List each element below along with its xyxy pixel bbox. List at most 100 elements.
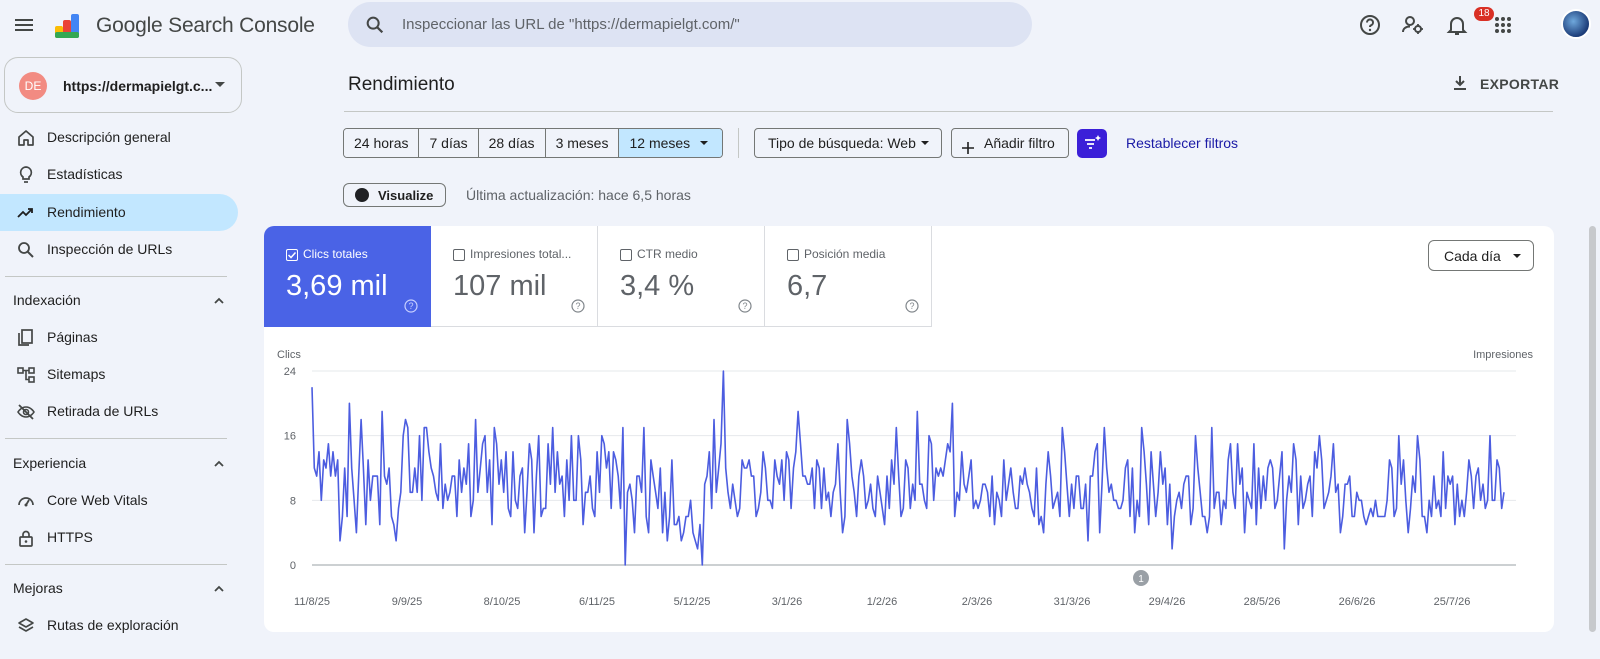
chevron-up-icon <box>212 294 226 308</box>
metric-label: Posición media <box>804 247 886 261</box>
download-icon <box>1450 73 1470 93</box>
account-avatar[interactable] <box>1561 9 1591 39</box>
sidebar-item-performance[interactable]: Rendimiento <box>0 194 238 231</box>
url-inspection-input[interactable] <box>402 12 1002 36</box>
sidebar-item-label: Estadísticas <box>47 166 123 182</box>
range-28-days[interactable]: 28 días <box>478 129 546 157</box>
sidebar-divider <box>5 276 227 277</box>
help-icon[interactable]: ? <box>571 299 585 313</box>
sidebar-divider <box>5 564 227 565</box>
sidebar-item-core-web-vitals[interactable]: Core Web Vitals <box>0 482 238 519</box>
svg-text:?: ? <box>742 301 747 311</box>
x-tick-label: 3/1/26 <box>772 596 803 608</box>
granularity-select[interactable]: Cada día <box>1428 240 1534 271</box>
metric-total-impressions[interactable]: Impresiones total... 107 mil ? <box>431 226 598 327</box>
section-indexing[interactable]: Indexación <box>0 285 238 315</box>
ai-filter-button[interactable] <box>1077 129 1107 158</box>
metric-label: CTR medio <box>637 247 698 261</box>
export-button[interactable]: EXPORTAR <box>1450 70 1559 98</box>
sidebar-item-label: Rutas de exploración <box>47 617 179 633</box>
search-type-filter[interactable]: Tipo de búsqueda: Web <box>754 128 942 158</box>
chevron-up-icon <box>212 457 226 471</box>
section-enhancements[interactable]: Mejoras <box>0 573 238 603</box>
url-inspection-search[interactable] <box>348 2 1032 47</box>
y-tick-label: 24 <box>284 366 296 378</box>
sidebar-item-breadcrumbs[interactable]: Rutas de exploración <box>0 607 238 644</box>
property-name: https://dermapielgt.c... <box>63 78 213 94</box>
plus-icon <box>961 136 975 154</box>
menu-icon[interactable] <box>12 13 36 37</box>
sidebar-item-label: HTTPS <box>47 529 93 545</box>
filter-divider <box>738 128 739 158</box>
metric-average-ctr[interactable]: CTR medio 3,4 % ? <box>598 226 765 327</box>
manage-users-icon[interactable] <box>1399 11 1427 39</box>
apps-icon[interactable] <box>1489 11 1517 39</box>
page-scrollbar[interactable] <box>1589 226 1596 632</box>
sidebar-item-label: Retirada de URLs <box>47 403 159 419</box>
sidebar-item-overview[interactable]: Descripción general <box>0 119 238 156</box>
metric-average-position[interactable]: Posición media 6,7 ? <box>765 226 932 327</box>
series-line-clicks <box>311 370 1505 566</box>
chevron-down-icon <box>700 141 709 145</box>
annotation-label: 1 <box>1138 574 1144 585</box>
visualize-button[interactable]: Visualize <box>343 183 446 207</box>
checkbox-icon[interactable] <box>620 249 632 261</box>
help-icon[interactable]: ? <box>404 299 418 313</box>
checkbox-icon[interactable] <box>787 249 799 261</box>
eye-off-icon <box>16 402 36 422</box>
help-icon[interactable]: ? <box>738 299 752 313</box>
metric-label: Impresiones total... <box>470 247 572 261</box>
search-type-label: Tipo de búsqueda: Web <box>768 135 916 151</box>
section-title: Indexación <box>13 292 81 308</box>
search-console-logo-icon[interactable] <box>53 10 87 40</box>
checkbox-icon[interactable] <box>453 249 465 261</box>
app-brand[interactable]: Google Search Console <box>96 14 315 38</box>
bell-icon[interactable] <box>1443 11 1471 39</box>
x-tick-label: 25/7/26 <box>1434 596 1471 608</box>
range-7-days[interactable]: 7 días <box>419 129 479 157</box>
search-icon[interactable] <box>364 14 386 36</box>
x-tick-label: 26/6/26 <box>1339 596 1376 608</box>
sidebar-item-pages[interactable]: Páginas <box>0 319 238 356</box>
top-bar: Google Search Console 18 <box>0 0 1600 52</box>
x-tick-label: 31/3/26 <box>1054 596 1091 608</box>
sidebar-item-sitemaps[interactable]: Sitemaps <box>0 356 238 393</box>
lightbulb-icon <box>16 165 36 185</box>
y-tick-label: 0 <box>290 560 296 572</box>
sidebar-item-insights[interactable]: Estadísticas <box>0 156 238 193</box>
svg-text:?: ? <box>909 301 914 311</box>
x-tick-label: 28/5/26 <box>1244 596 1281 608</box>
help-icon[interactable]: ? <box>905 299 919 313</box>
add-filter-button[interactable]: Añadir filtro <box>951 128 1069 158</box>
lock-icon <box>16 528 36 548</box>
range-24-hours[interactable]: 24 horas <box>344 129 420 157</box>
sidebar-item-removals[interactable]: Retirada de URLs <box>0 393 238 430</box>
layers-icon <box>16 616 36 636</box>
section-experience[interactable]: Experiencia <box>0 448 238 478</box>
sitemap-icon <box>16 365 36 385</box>
property-selector[interactable]: DE https://dermapielgt.c... <box>4 57 242 113</box>
reset-filters-link[interactable]: Restablecer filtros <box>1126 135 1238 151</box>
chevron-up-icon <box>212 582 226 596</box>
chevron-down-icon <box>1513 254 1521 258</box>
range-3-months[interactable]: 3 meses <box>545 129 620 157</box>
add-filter-label: Añadir filtro <box>984 135 1055 151</box>
sidebar-item-label: Inspección de URLs <box>47 241 173 257</box>
y-tick-label: 16 <box>284 431 296 443</box>
x-tick-label: 6/11/25 <box>579 596 615 608</box>
svg-text:?: ? <box>575 301 580 311</box>
help-icon[interactable] <box>1356 11 1384 39</box>
range-12-months[interactable]: 12 meses <box>619 129 723 157</box>
sidebar-item-https[interactable]: HTTPS <box>0 519 238 556</box>
x-tick-label: 11/8/25 <box>294 596 330 608</box>
range-12-months-label: 12 meses <box>629 135 691 151</box>
y-axis-left-title: Clics <box>277 349 301 361</box>
section-title: Experiencia <box>13 455 87 471</box>
sidebar-item-label: Core Web Vitals <box>47 492 148 508</box>
x-tick-label: 9/9/25 <box>392 596 423 608</box>
checkbox-checked-icon[interactable] <box>286 249 298 261</box>
metric-total-clicks[interactable]: Clics totales 3,69 mil ? <box>264 226 431 327</box>
granularity-label: Cada día <box>1444 248 1501 264</box>
sidebar-item-url-inspection[interactable]: Inspección de URLs <box>0 231 238 268</box>
last-update-text: Última actualización: hace 6,5 horas <box>466 187 691 203</box>
